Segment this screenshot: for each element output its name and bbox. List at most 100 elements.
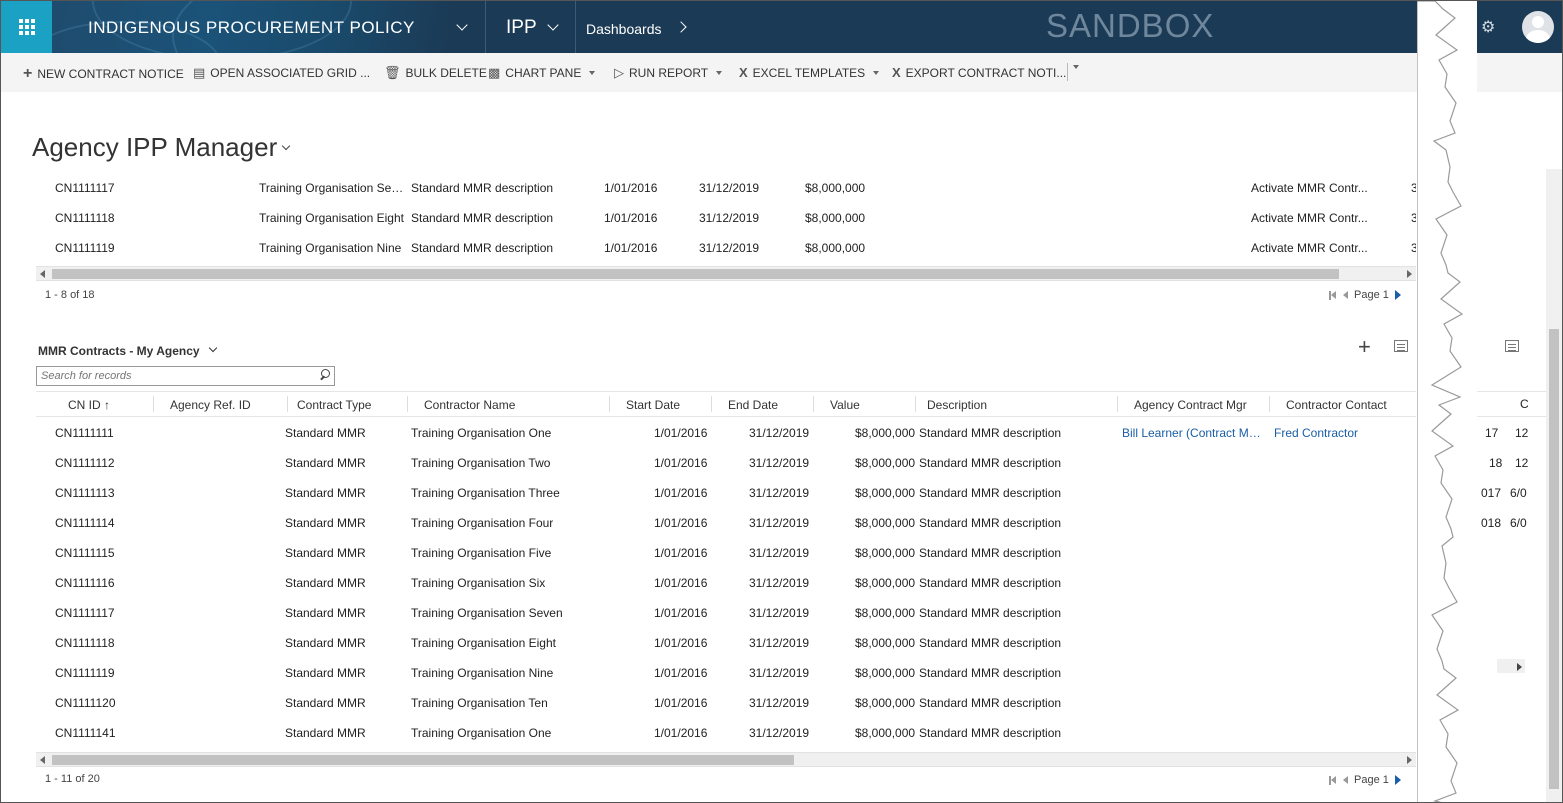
table-row[interactable]: CN1111115 Standard MMR Training Organisati…: [36, 546, 1416, 576]
table-row[interactable]: CN1111117 Training Organisation Sev... Sta…: [36, 181, 1416, 211]
table-row[interactable]: CN1111113 Standard MMR Training Organisati…: [36, 486, 1416, 516]
export-contract-notice-button[interactable]: X EXPORT CONTRACT NOTI...: [892, 65, 1066, 80]
view-title[interactable]: MMR Contracts - My Agency: [38, 344, 200, 358]
cn-id-cell: CN1111114: [55, 516, 115, 530]
scroll-right-icon[interactable]: [1407, 270, 1412, 278]
area-switch-chevron[interactable]: [535, 1, 571, 53]
chart-pane-button[interactable]: ▩ CHART PANE: [488, 65, 596, 81]
value-cell: $8,000,000: [855, 636, 916, 650]
contractor-name-cell: Training Organisation Five: [411, 546, 552, 560]
grid2-horizontal-scrollbar[interactable]: [36, 752, 1416, 767]
col-contractor-contact[interactable]: Contractor Contact: [1286, 398, 1387, 412]
breadcrumb-chevron[interactable]: [663, 1, 699, 53]
view-selector-chevron[interactable]: [208, 343, 218, 353]
previous-page-icon[interactable]: [1343, 776, 1348, 784]
next-page-icon[interactable]: [1394, 290, 1401, 300]
scroll-thumb[interactable]: [52, 755, 794, 765]
table-row[interactable]: CN1111118 Training Organisation Eight Stan…: [36, 211, 1416, 241]
search-input[interactable]: [37, 367, 312, 385]
previous-page-icon[interactable]: [1343, 291, 1348, 299]
user-avatar[interactable]: [1522, 11, 1554, 43]
scroll-left-icon[interactable]: [40, 756, 45, 764]
bulk-delete-button[interactable]: 🗑 BULK DELETE: [384, 65, 487, 81]
contract-type-cell: Standard MMR: [285, 666, 366, 680]
start-date-cell: 1/01/2016: [654, 726, 708, 740]
contract-type-cell: Standard MMR: [285, 426, 366, 440]
table-row[interactable]: CN1111120 Standard MMR Training Organisati…: [36, 696, 1416, 726]
column-separator[interactable]: [915, 396, 916, 412]
app-launcher-button[interactable]: [1, 1, 52, 53]
description-cell: Standard MMR description: [411, 181, 554, 195]
description-cell: Standard MMR description: [919, 486, 1062, 500]
column-separator[interactable]: [407, 396, 408, 412]
column-separator[interactable]: [609, 396, 610, 412]
col-agency-ref-id[interactable]: Agency Ref. ID: [170, 398, 251, 412]
app-switch-chevron[interactable]: [444, 1, 480, 53]
col-agency-contract-mgr[interactable]: Agency Contract Mgr: [1134, 398, 1247, 412]
description-cell: Standard MMR description: [919, 726, 1062, 740]
contract-type-cell: Standard MMR: [285, 636, 366, 650]
contractor-name-cell: Training Organisation Eight: [259, 211, 404, 225]
col-cn-id[interactable]: CN ID ↑: [68, 398, 110, 412]
scroll-thumb[interactable]: [52, 269, 1339, 279]
settings-gear-icon[interactable]: ⚙: [1481, 17, 1495, 37]
start-date-cell: 1/01/2016: [654, 606, 708, 620]
app-brand[interactable]: INDIGENOUS PROCUREMENT POLICY: [52, 1, 449, 53]
top-nav-bar: INDIGENOUS PROCUREMENT POLICY IPP Dashbo…: [1, 1, 1562, 53]
dashboard-selector-chevron[interactable]: [281, 141, 291, 151]
new-contract-notice-button[interactable]: + NEW CONTRACT NOTICE: [23, 65, 184, 83]
value-cell: $8,000,000: [855, 426, 916, 440]
end-date-cell: 31/12/2019: [749, 726, 810, 740]
col-end-date[interactable]: End Date: [728, 398, 778, 412]
description-cell: Standard MMR description: [919, 636, 1062, 650]
scroll-thumb[interactable]: [1549, 329, 1559, 789]
table-row[interactable]: CN1111118 Standard MMR Training Organisati…: [36, 636, 1416, 666]
extra-cell: 3: [1411, 211, 1416, 225]
first-page-icon[interactable]: [1329, 775, 1337, 785]
contractor-contact-link[interactable]: Fred Contractor: [1274, 426, 1358, 440]
column-separator[interactable]: [287, 396, 288, 412]
column-separator[interactable]: [1117, 396, 1118, 412]
search-icon[interactable]: [319, 369, 330, 380]
next-page-icon[interactable]: [1394, 775, 1401, 785]
extra-cell: 3: [1411, 181, 1416, 195]
table-row[interactable]: CN1111119 Standard MMR Training Organisati…: [36, 666, 1416, 696]
first-page-icon[interactable]: [1329, 290, 1337, 300]
contract-type-cell: Standard MMR: [285, 546, 366, 560]
value-cell: $8,000,000: [805, 241, 866, 255]
grid1-horizontal-scrollbar[interactable]: [36, 266, 1416, 281]
col-contract-type[interactable]: Contract Type: [297, 398, 371, 412]
col-value[interactable]: Value: [830, 398, 860, 412]
start-date-cell: 1/01/2016: [604, 241, 658, 255]
table-row[interactable]: CN1111114 Standard MMR Training Organisati…: [36, 516, 1416, 546]
table-row[interactable]: CN1111112 Standard MMR Training Organisati…: [36, 456, 1416, 486]
column-separator[interactable]: [813, 396, 814, 412]
excel-icon: X: [739, 65, 748, 80]
table-row[interactable]: CN1111117 Standard MMR Training Organisati…: [36, 606, 1416, 636]
run-report-button[interactable]: ▷ RUN REPORT: [614, 65, 723, 81]
table-row[interactable]: CN1111111 Standard MMR Training Organisati…: [36, 426, 1416, 456]
page-vertical-scrollbar[interactable]: [1546, 169, 1562, 802]
add-record-plus-icon[interactable]: +: [1358, 336, 1371, 358]
col-start-date[interactable]: Start Date: [626, 398, 680, 412]
column-separator[interactable]: [711, 396, 712, 412]
scroll-right-icon[interactable]: [1407, 756, 1412, 764]
area-label[interactable]: IPP: [506, 17, 537, 39]
agency-contract-mgr-link[interactable]: Bill Learner (Contract Ma...: [1122, 426, 1265, 440]
col-contractor-name[interactable]: Contractor Name: [424, 398, 515, 412]
excel-templates-button[interactable]: X EXCEL TEMPLATES: [739, 65, 880, 80]
table-row[interactable]: CN1111116 Standard MMR Training Organisati…: [36, 576, 1416, 606]
contract-type-cell: Standard MMR: [285, 696, 366, 710]
more-commands-button[interactable]: [1073, 65, 1079, 69]
column-separator[interactable]: [153, 396, 154, 412]
value-cell: $8,000,000: [805, 211, 866, 225]
contractor-name-cell: Training Organisation Nine: [259, 241, 402, 255]
col-description[interactable]: Description: [927, 398, 987, 412]
open-grid-icon[interactable]: [1394, 340, 1408, 352]
start-date-cell: 1/01/2016: [654, 456, 708, 470]
column-separator[interactable]: [1269, 396, 1270, 412]
cn-id-cell: CN1111111: [55, 426, 114, 440]
scroll-left-icon[interactable]: [40, 270, 45, 278]
breadcrumb-dashboards[interactable]: Dashboards: [586, 21, 662, 37]
open-associated-grid-button[interactable]: ▤ OPEN ASSOCIATED GRID ...: [193, 65, 370, 81]
